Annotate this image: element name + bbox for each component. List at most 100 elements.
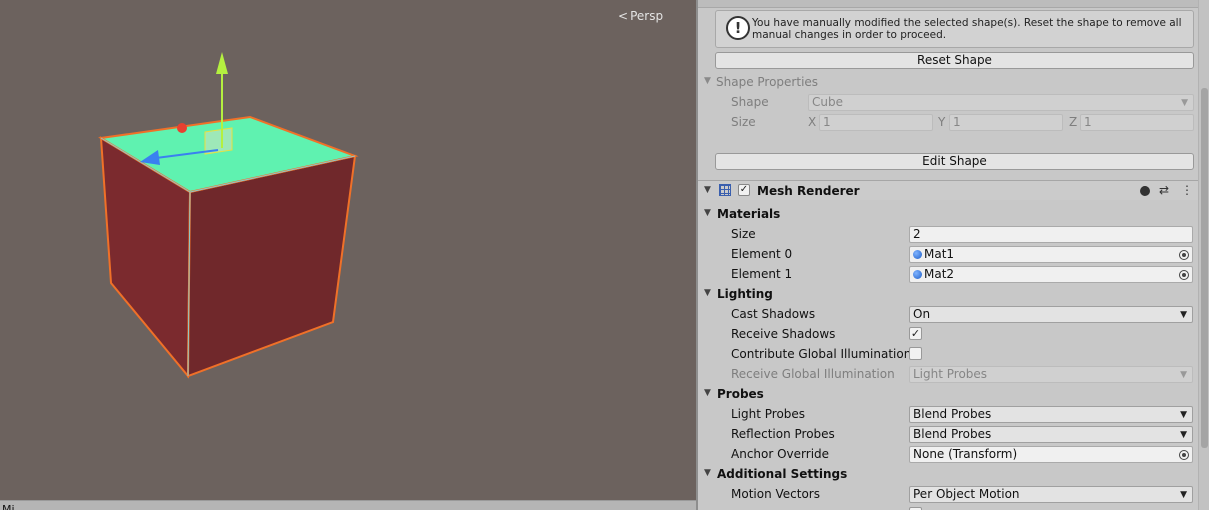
material-sphere-icon [913,270,922,279]
help-box: ! You have manually modified the selecte… [715,10,1194,48]
foldout-arrow-icon: ▼ [704,388,711,398]
additional-settings-header: Additional Settings [717,467,848,481]
gizmo-x-axis-handle[interactable] [177,123,187,133]
shape-properties-foldout[interactable]: ▼ Shape Properties [698,72,1198,92]
shape-properties-header: Shape Properties [716,75,819,89]
help-icon[interactable]: ? [1140,185,1150,197]
foldout-arrow-icon: ▼ [704,208,711,218]
z-axis-label: Z [1069,115,1078,129]
materials-size-field[interactable]: 2 [909,226,1193,243]
reflection-probes-dropdown[interactable]: Blend Probes ▼ [909,426,1193,443]
object-picker-icon[interactable] [1179,450,1189,460]
size-y-field[interactable]: 1 [949,114,1063,131]
help-text: You have manually modified the selected … [752,17,1182,41]
inspector-scrollbar[interactable] [1198,0,1209,510]
reflection-probes-value: Blend Probes [913,427,992,441]
lighting-foldout[interactable]: ▼ Lighting [698,284,1198,304]
anchor-override-field[interactable]: None (Transform) [909,446,1193,463]
materials-size-row: Size 2 [698,224,1198,244]
persp-label: Persp [630,9,664,23]
object-picker-icon[interactable] [1179,270,1189,280]
element-1-field[interactable]: Mat2 [909,266,1193,283]
mesh-renderer-icon [719,184,731,196]
x-axis-label: X [808,115,817,129]
receive-gi-row: Receive Global Illumination Light Probes… [698,364,1198,384]
scene-bottom-bar: Mi [0,500,696,510]
mesh-renderer-enabled-checkbox[interactable]: ✓ [738,184,750,196]
component-header-strip [698,0,1209,8]
receive-shadows-checkbox[interactable]: ✓ [909,327,922,340]
shape-value: Cube [812,95,843,109]
contribute-gi-label: Contribute Global Illumination [731,347,912,361]
cube-right-face[interactable] [186,154,357,378]
anchor-override-value: None (Transform) [913,447,1018,461]
element-0-row: Element 0 Mat1 [698,244,1198,264]
light-probes-dropdown[interactable]: Blend Probes ▼ [909,406,1193,423]
dropdown-caret-icon: ▼ [1180,370,1187,380]
reflection-probes-label: Reflection Probes [731,427,835,441]
size-row: Size X 1 Y 1 Z 1 [698,112,1198,132]
light-probes-value: Blend Probes [913,407,992,421]
scene-bottom-label: Mi [2,503,15,510]
materials-header: Materials [717,207,781,221]
persp-toggle[interactable]: < Persp [618,9,663,23]
element-0-label: Element 0 [731,247,793,261]
foldout-arrow-icon: ▼ [704,288,711,298]
lighting-header: Lighting [717,287,773,301]
warning-exclamation-icon: ! [726,16,750,40]
element-1-row: Element 1 Mat2 [698,264,1198,284]
additional-settings-foldout[interactable]: ▼ Additional Settings [698,464,1198,484]
object-picker-icon[interactable] [1179,250,1189,260]
cast-shadows-label: Cast Shadows [731,307,816,321]
edit-shape-button[interactable]: Edit Shape [715,153,1194,170]
dropdown-caret-icon: ▼ [1180,490,1187,500]
receive-shadows-label: Receive Shadows [731,327,836,341]
motion-vectors-row: Motion Vectors Per Object Motion ▼ [698,484,1198,504]
receive-gi-dropdown[interactable]: Light Probes ▼ [909,366,1193,383]
element-0-value: Mat1 [924,247,955,261]
reset-shape-button[interactable]: Reset Shape [715,52,1194,69]
size-label: Size [731,115,756,129]
inspector-panel: ! You have manually modified the selecte… [698,0,1209,510]
mesh-renderer-title: Mesh Renderer [757,184,860,198]
light-probes-label: Light Probes [731,407,806,421]
foldout-arrow-icon: ▼ [704,468,711,478]
element-1-value: Mat2 [924,267,955,281]
probes-foldout[interactable]: ▼ Probes [698,384,1198,404]
scrollbar-thumb[interactable] [1201,88,1208,448]
cast-shadows-dropdown[interactable]: On ▼ [909,306,1193,323]
dropdown-caret-icon: ▼ [1181,98,1188,108]
probes-header: Probes [717,387,764,401]
size-z-field[interactable]: 1 [1080,114,1194,131]
size-x-field[interactable]: 1 [819,114,933,131]
element-1-label: Element 1 [731,267,793,281]
material-sphere-icon [913,250,922,259]
scene-view[interactable]: < Persp Mi [0,0,696,510]
dropdown-caret-icon: ▼ [1180,430,1187,440]
receive-gi-value: Light Probes [913,367,988,381]
gizmo-center-handle[interactable] [204,127,233,155]
shape-row: Shape Cube ▼ [698,92,1198,112]
scene-canvas[interactable] [0,0,696,510]
y-axis-label: Y [938,115,946,129]
shape-label: Shape [731,95,769,109]
partial-next-row [698,504,1198,510]
more-menu-icon[interactable]: ⋮ [1181,183,1193,197]
dropdown-caret-icon: ▼ [1180,410,1187,420]
cast-shadows-row: Cast Shadows On ▼ [698,304,1198,324]
shape-dropdown[interactable]: Cube ▼ [808,94,1194,111]
motion-vectors-label: Motion Vectors [731,487,820,501]
reflection-probes-row: Reflection Probes Blend Probes ▼ [698,424,1198,444]
cast-shadows-value: On [913,307,931,321]
contribute-gi-checkbox[interactable] [909,347,922,360]
receive-gi-label: Receive Global Illumination [731,367,895,381]
foldout-arrow-icon[interactable]: ▼ [704,185,711,195]
presets-icon[interactable]: ⇄ [1159,183,1169,197]
gizmo-y-axis-cone[interactable] [216,52,228,74]
element-0-field[interactable]: Mat1 [909,246,1193,263]
mesh-renderer-header[interactable]: ▼ ✓ Mesh Renderer ? ⇄ ⋮ [698,180,1198,200]
motion-vectors-dropdown[interactable]: Per Object Motion ▼ [909,486,1193,503]
foldout-arrow-icon: ▼ [704,76,711,86]
materials-foldout[interactable]: ▼ Materials [698,204,1198,224]
receive-shadows-row: Receive Shadows ✓ [698,324,1198,344]
